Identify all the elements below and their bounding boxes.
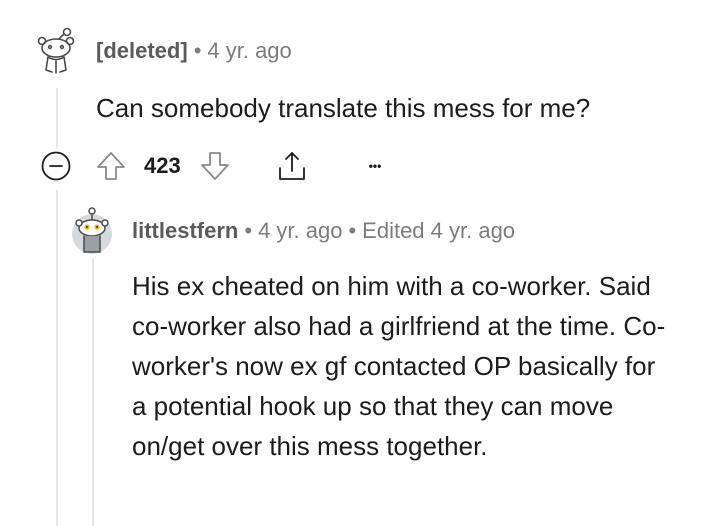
reply-author[interactable]: littlestfern (132, 218, 238, 243)
share-button[interactable] (274, 148, 310, 184)
collapse-button[interactable] (40, 150, 72, 182)
reply-body: His ex cheated on him with a co-worker. … (132, 271, 666, 461)
thread-line-comment-lower[interactable] (56, 190, 58, 526)
more-dots-icon: ••• (368, 159, 382, 173)
collapse-minus-icon (41, 151, 71, 181)
reply-header-separator: • (244, 218, 253, 243)
more-options-button[interactable]: ••• (360, 152, 390, 180)
reply-timestamp[interactable]: 4 yr. ago (258, 218, 342, 243)
reply-edited-label: Edited 4 yr. ago (362, 218, 516, 243)
downvote-button[interactable] (198, 148, 232, 184)
reply-header-separator-2: • (348, 218, 357, 243)
deleted-user-snoo-icon (37, 27, 75, 74)
downvote-arrow-icon (201, 152, 229, 180)
share-icon (279, 152, 305, 180)
thread-line-comment[interactable] (56, 88, 58, 148)
thread-line-reply[interactable] (92, 258, 94, 526)
comment-timestamp[interactable]: 4 yr. ago (207, 38, 291, 63)
comment-header: [deleted] • 4 yr. ago (96, 36, 292, 66)
snoo-avatar-icon (72, 207, 112, 254)
reply-header: littlestfern • 4 yr. ago • Edited 4 yr. ago (132, 216, 515, 246)
upvote-arrow-icon (97, 152, 125, 180)
comment-author[interactable]: [deleted] (96, 38, 188, 63)
header-separator: • (193, 38, 202, 63)
deleted-user-avatar[interactable] (34, 26, 78, 76)
vote-score: 423 (144, 153, 181, 178)
comment-body: Can somebody translate this mess for me? (96, 93, 591, 123)
reply-author-avatar[interactable] (70, 206, 114, 254)
upvote-button[interactable] (94, 148, 128, 184)
